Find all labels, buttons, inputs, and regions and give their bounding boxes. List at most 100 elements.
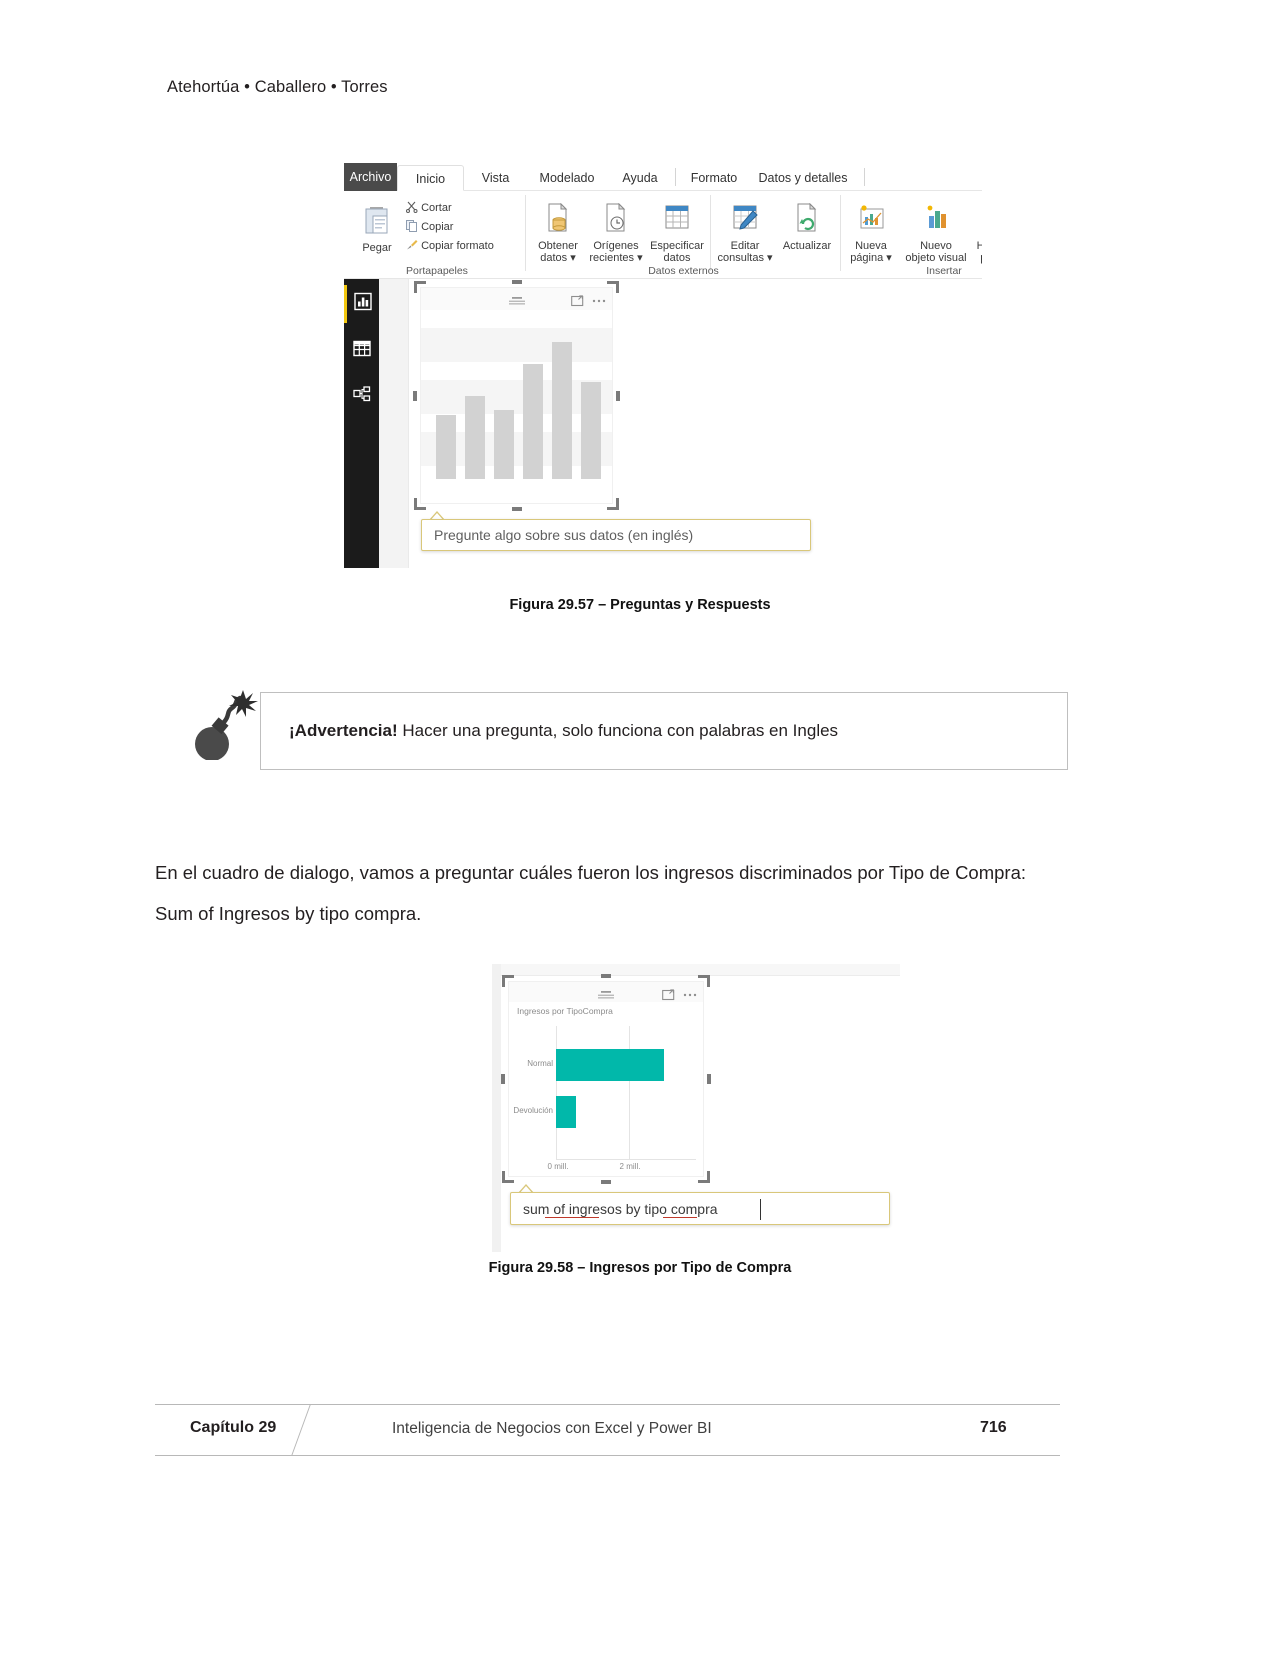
cut-label: Cortar: [421, 202, 452, 214]
paste-icon: [352, 205, 402, 239]
enter-data-line1: Especificar: [650, 239, 704, 252]
selection-handle-right[interactable]: [616, 391, 620, 401]
drag-handle-icon[interactable]: [508, 293, 525, 311]
tab-vista[interactable]: Vista: [468, 165, 523, 191]
report-page: Pregunte algo sobre sus datos (en inglés…: [408, 279, 982, 568]
more-options-icon[interactable]: [682, 989, 698, 1001]
page-number: 716: [980, 1419, 1007, 1436]
tab-modelado[interactable]: Modelado: [527, 165, 607, 191]
selection-handle-left[interactable]: [413, 391, 417, 401]
body-paragraph: En el cuadro de dialogo, vamos a pregunt…: [155, 862, 1027, 924]
ask-question-icon: [973, 203, 982, 237]
selection-handle-left[interactable]: [501, 1074, 505, 1084]
group-separator-3: [840, 195, 841, 271]
group-label-datos-externos: Datos externos: [648, 265, 719, 277]
enter-data-button[interactable]: Especificar datos: [647, 203, 707, 265]
fig2-top-strip: [501, 964, 900, 976]
new-page-line1: Nueva: [855, 239, 887, 252]
report-canvas-area: Pregunte algo sobre sus datos (en inglés…: [344, 279, 982, 568]
recent-sources-line1: Orígenes: [593, 239, 639, 252]
placeholder-bar: [552, 342, 572, 479]
sidebar-item-model-view[interactable]: [344, 378, 379, 416]
new-visual-line2: objeto visual: [905, 252, 967, 264]
ask-question-button[interactable]: Hacer una pregunta: [973, 203, 982, 265]
grid-band: [421, 328, 612, 362]
selection-handle-bottom[interactable]: [512, 507, 522, 511]
bar-normal[interactable]: [556, 1049, 664, 1081]
table-icon: [352, 340, 371, 363]
paste-button[interactable]: Pegar: [352, 205, 402, 254]
ask-question-line1: Hacer una: [976, 239, 982, 252]
enter-data-icon: [647, 203, 707, 237]
qa-visual-container[interactable]: [420, 287, 613, 504]
cut-button[interactable]: Cortar: [406, 201, 452, 214]
figure-caption-2957: Figura 29.57 – Preguntas y Respuests: [509, 597, 771, 613]
sidebar-item-data-view[interactable]: [344, 332, 379, 370]
get-data-line2: datos ▾: [540, 252, 576, 264]
get-data-line1: Obtener: [538, 239, 578, 252]
new-visual-button[interactable]: Nuevo objeto visual: [900, 203, 972, 265]
recent-sources-button[interactable]: Orígenes recientes ▾: [587, 202, 645, 265]
edit-queries-line2: consultas ▾: [717, 252, 773, 264]
selection-handle-bottom[interactable]: [601, 1180, 611, 1184]
category-label-normal: Normal: [527, 1059, 553, 1068]
bar-devolucion[interactable]: [556, 1096, 576, 1128]
tab-divider-2: [864, 168, 865, 186]
tab-datos-y-detalles[interactable]: Datos y detalles: [748, 165, 858, 191]
visual-header: [421, 288, 612, 310]
enter-data-line2: datos: [663, 252, 691, 264]
format-painter-button[interactable]: Copiar formato: [406, 239, 494, 252]
placeholder-bar: [581, 382, 601, 479]
selection-handle-top[interactable]: [512, 280, 522, 284]
more-options-icon[interactable]: [591, 295, 607, 307]
axis-baseline: [556, 1159, 696, 1160]
tab-ayuda[interactable]: Ayuda: [611, 165, 669, 191]
fig2-left-gutter: [492, 964, 501, 1252]
placeholder-bar: [523, 364, 543, 479]
qa-input-placeholder: Pregunte algo sobre sus datos (en inglés…: [434, 527, 694, 543]
selection-handle-right[interactable]: [707, 1074, 711, 1084]
group-separator-2: [710, 195, 711, 271]
copy-label: Copiar: [421, 221, 454, 233]
qa-input-box-2[interactable]: sum of ingresos by tipo compra: [510, 1192, 890, 1225]
warning-body: Hacer una pregunta, solo funciona con pa…: [397, 721, 839, 740]
copy-button[interactable]: Copiar: [406, 220, 453, 233]
fig2-report-canvas: Ingresos por TipoCompra Normal Devolució…: [492, 964, 900, 1252]
refresh-icon: [778, 202, 836, 237]
focus-mode-icon[interactable]: [661, 989, 675, 1001]
new-page-line2: página ▾: [850, 252, 892, 264]
category-label-devolucion: Devolución: [513, 1106, 553, 1115]
sidebar-item-report-view[interactable]: [344, 285, 379, 323]
edit-queries-button[interactable]: Editar consultas ▾: [716, 203, 774, 265]
footer-title: Inteligencia de Negocios con Excel y Pow…: [392, 1420, 712, 1437]
tab-inicio[interactable]: Inicio: [397, 165, 464, 191]
paintbrush-icon: [407, 240, 418, 250]
spellcheck-underline-2: [663, 1217, 697, 1218]
tab-divider: [675, 168, 676, 186]
ask-question-line2: pregunta: [980, 252, 982, 264]
tab-archivo[interactable]: Archivo: [344, 163, 397, 191]
warning-callout: ¡Advertencia! Hacer una pregunta, solo f…: [260, 692, 1068, 770]
view-rail: [344, 279, 379, 568]
refresh-label: Actualizar: [782, 239, 832, 252]
group-label-insertar: Insertar: [926, 265, 962, 277]
bar-chart-visual[interactable]: Ingresos por TipoCompra Normal Devolució…: [508, 981, 704, 1177]
canvas-gutter: [379, 279, 408, 568]
get-data-icon: [531, 202, 585, 237]
gridline-2: [629, 1026, 630, 1159]
refresh-button[interactable]: Actualizar: [778, 202, 836, 252]
qa-input-box[interactable]: Pregunte algo sobre sus datos (en inglés…: [421, 519, 811, 551]
tab-formato[interactable]: Formato: [680, 165, 748, 191]
placeholder-bar: [465, 396, 485, 479]
visual-header-icons: [570, 292, 607, 310]
axis-tick-0: 0 mill.: [547, 1162, 569, 1171]
copy-icon: [406, 220, 417, 232]
get-data-button[interactable]: Obtener datos ▾: [531, 202, 585, 265]
placeholder-bar: [494, 410, 514, 479]
footer-chapter: Capítulo 29: [190, 1419, 277, 1436]
figure-ingresos-por-tipo-compra: Ingresos por TipoCompra Normal Devolució…: [492, 964, 900, 1252]
warning-text: ¡Advertencia! Hacer una pregunta, solo f…: [289, 721, 838, 741]
focus-mode-icon[interactable]: [570, 295, 584, 307]
recent-sources-icon: [587, 202, 645, 237]
new-page-button[interactable]: Nueva página ▾: [844, 203, 898, 265]
